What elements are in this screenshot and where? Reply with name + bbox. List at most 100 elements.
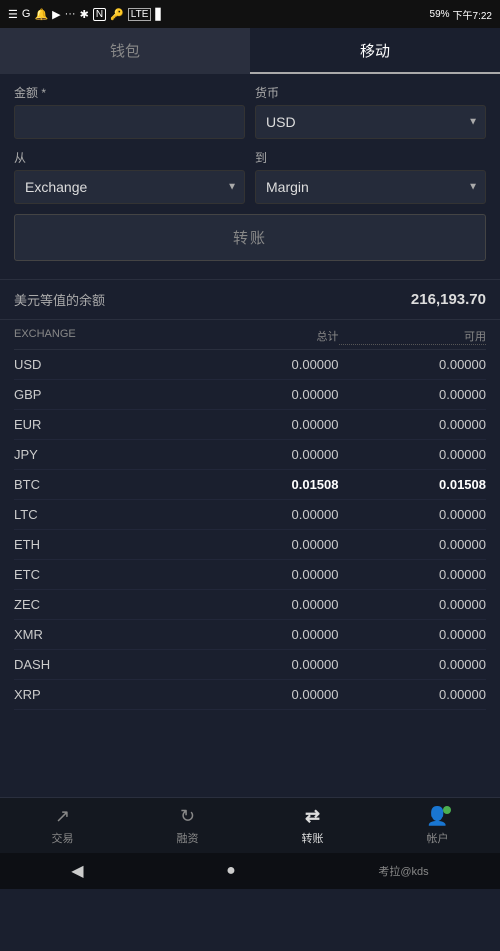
- home-button[interactable]: ●: [226, 862, 236, 880]
- balance-label: 美元等值的余额: [14, 290, 105, 309]
- account-icon-wrap: 👤: [426, 806, 448, 827]
- from-select[interactable]: Exchange: [14, 170, 245, 204]
- row-available: 0.01508: [339, 477, 487, 492]
- row-coin: DASH: [14, 657, 191, 672]
- balance-value: 216,193.70: [411, 291, 486, 308]
- nav-item-funding[interactable]: ↻ 融资: [125, 798, 250, 853]
- status-left-icons: ☰ G 🔔 ▶ ··· ✱ N 🔑 LTE ▋: [8, 8, 164, 21]
- row-total: 0.00000: [191, 597, 339, 612]
- row-available: 0.00000: [339, 447, 487, 462]
- row-available: 0.00000: [339, 597, 487, 612]
- nav-item-trade[interactable]: ↗ 交易: [0, 798, 125, 853]
- brand-label: 考拉@kds: [378, 863, 428, 879]
- row-total: 0.00000: [191, 657, 339, 672]
- table-row: JPY 0.00000 0.00000: [14, 440, 486, 470]
- row-available: 0.00000: [339, 357, 487, 372]
- row-available: 0.00000: [339, 627, 487, 642]
- row-coin: ETC: [14, 567, 191, 582]
- menu-icon: ☰: [8, 8, 18, 21]
- top-tabs: 钱包 移动: [0, 28, 500, 74]
- table-rows: USD 0.00000 0.00000 GBP 0.00000 0.00000 …: [14, 350, 486, 710]
- tab-wallet[interactable]: 钱包: [0, 28, 250, 74]
- row-available: 0.00000: [339, 657, 487, 672]
- funding-icon: ↻: [180, 806, 195, 827]
- row-available: 0.00000: [339, 417, 487, 432]
- table-row: EUR 0.00000 0.00000: [14, 410, 486, 440]
- row-coin: USD: [14, 357, 191, 372]
- nav-label-trade: 交易: [52, 830, 74, 846]
- lte-icon: LTE: [128, 8, 152, 21]
- amount-field: 金额 *: [14, 84, 245, 139]
- amount-input[interactable]: [14, 105, 245, 139]
- row-coin: ETH: [14, 537, 191, 552]
- row-available: 0.00000: [339, 507, 487, 522]
- section-label: EXCHANGE: [14, 328, 191, 345]
- row-coin: BTC: [14, 477, 191, 492]
- currency-field: 货币 USD: [255, 84, 486, 139]
- row-available: 0.00000: [339, 387, 487, 402]
- row-total: 0.00000: [191, 507, 339, 522]
- table-row: DASH 0.00000 0.00000: [14, 650, 486, 680]
- to-select-wrapper: Margin: [255, 170, 486, 204]
- balance-section: 美元等值的余额 216,193.70: [0, 279, 500, 320]
- table-row: XMR 0.00000 0.00000: [14, 620, 486, 650]
- row-total: 0.00000: [191, 387, 339, 402]
- battery-value: 59%: [430, 9, 450, 20]
- system-nav: ◀ ● 考拉@kds: [0, 853, 500, 889]
- row-total: 0.00000: [191, 567, 339, 582]
- table-row: XRP 0.00000 0.00000: [14, 680, 486, 710]
- col-available-header: 可用: [339, 328, 487, 345]
- row-coin: JPY: [14, 447, 191, 462]
- table-row: LTC 0.00000 0.00000: [14, 500, 486, 530]
- to-field: 到 Margin: [255, 149, 486, 204]
- g-icon: G: [22, 8, 31, 20]
- amount-label: 金额 *: [14, 84, 245, 101]
- row-total: 0.00000: [191, 537, 339, 552]
- nav-label-account: 帐户: [427, 830, 449, 846]
- nav-label-funding: 融资: [177, 830, 199, 846]
- online-dot: [443, 806, 451, 814]
- row-total: 0.01508: [191, 477, 339, 492]
- row-coin: LTC: [14, 507, 191, 522]
- table-row: ETH 0.00000 0.00000: [14, 530, 486, 560]
- form-area: 金额 * 货币 USD 从 Exchange 到: [0, 74, 500, 279]
- from-select-wrapper: Exchange: [14, 170, 245, 204]
- row-total: 0.00000: [191, 627, 339, 642]
- transfer-button[interactable]: 转账: [14, 214, 486, 261]
- row-available: 0.00000: [339, 567, 487, 582]
- table-row: ZEC 0.00000 0.00000: [14, 590, 486, 620]
- dots: ···: [65, 8, 76, 20]
- from-to-row: 从 Exchange 到 Margin: [14, 149, 486, 204]
- trade-icon: ↗: [55, 806, 70, 827]
- amount-currency-row: 金额 * 货币 USD: [14, 84, 486, 139]
- to-label: 到: [255, 149, 486, 166]
- table-row: USD 0.00000 0.00000: [14, 350, 486, 380]
- nav-label-transfer: 转账: [302, 830, 324, 846]
- row-coin: ZEC: [14, 597, 191, 612]
- time-display: 下午7:22: [453, 7, 492, 22]
- row-coin: EUR: [14, 417, 191, 432]
- currency-select[interactable]: USD: [255, 105, 486, 139]
- row-coin: XMR: [14, 627, 191, 642]
- transfer-btn-row: 转账: [14, 214, 486, 261]
- nfc-icon: N: [93, 8, 106, 21]
- key-icon: 🔑: [110, 8, 124, 21]
- tab-transfer[interactable]: 移动: [250, 28, 500, 74]
- play-icon: ▶: [52, 8, 60, 21]
- row-available: 0.00000: [339, 537, 487, 552]
- table-header: EXCHANGE 总计 可用: [14, 320, 486, 350]
- nav-item-transfer[interactable]: ⇄ 转账: [250, 798, 375, 853]
- currency-label: 货币: [255, 84, 486, 101]
- to-select[interactable]: Margin: [255, 170, 486, 204]
- row-coin: XRP: [14, 687, 191, 702]
- row-total: 0.00000: [191, 357, 339, 372]
- row-total: 0.00000: [191, 447, 339, 462]
- transfer-nav-icon: ⇄: [305, 806, 320, 827]
- nav-item-account[interactable]: 👤 帐户: [375, 798, 500, 853]
- from-label: 从: [14, 149, 245, 166]
- back-button[interactable]: ◀: [71, 861, 83, 881]
- status-bar: ☰ G 🔔 ▶ ··· ✱ N 🔑 LTE ▋ 59% 下午7:22: [0, 0, 500, 28]
- bell-icon: 🔔: [34, 8, 48, 21]
- col-total-header: 总计: [191, 328, 339, 345]
- table-row: ETC 0.00000 0.00000: [14, 560, 486, 590]
